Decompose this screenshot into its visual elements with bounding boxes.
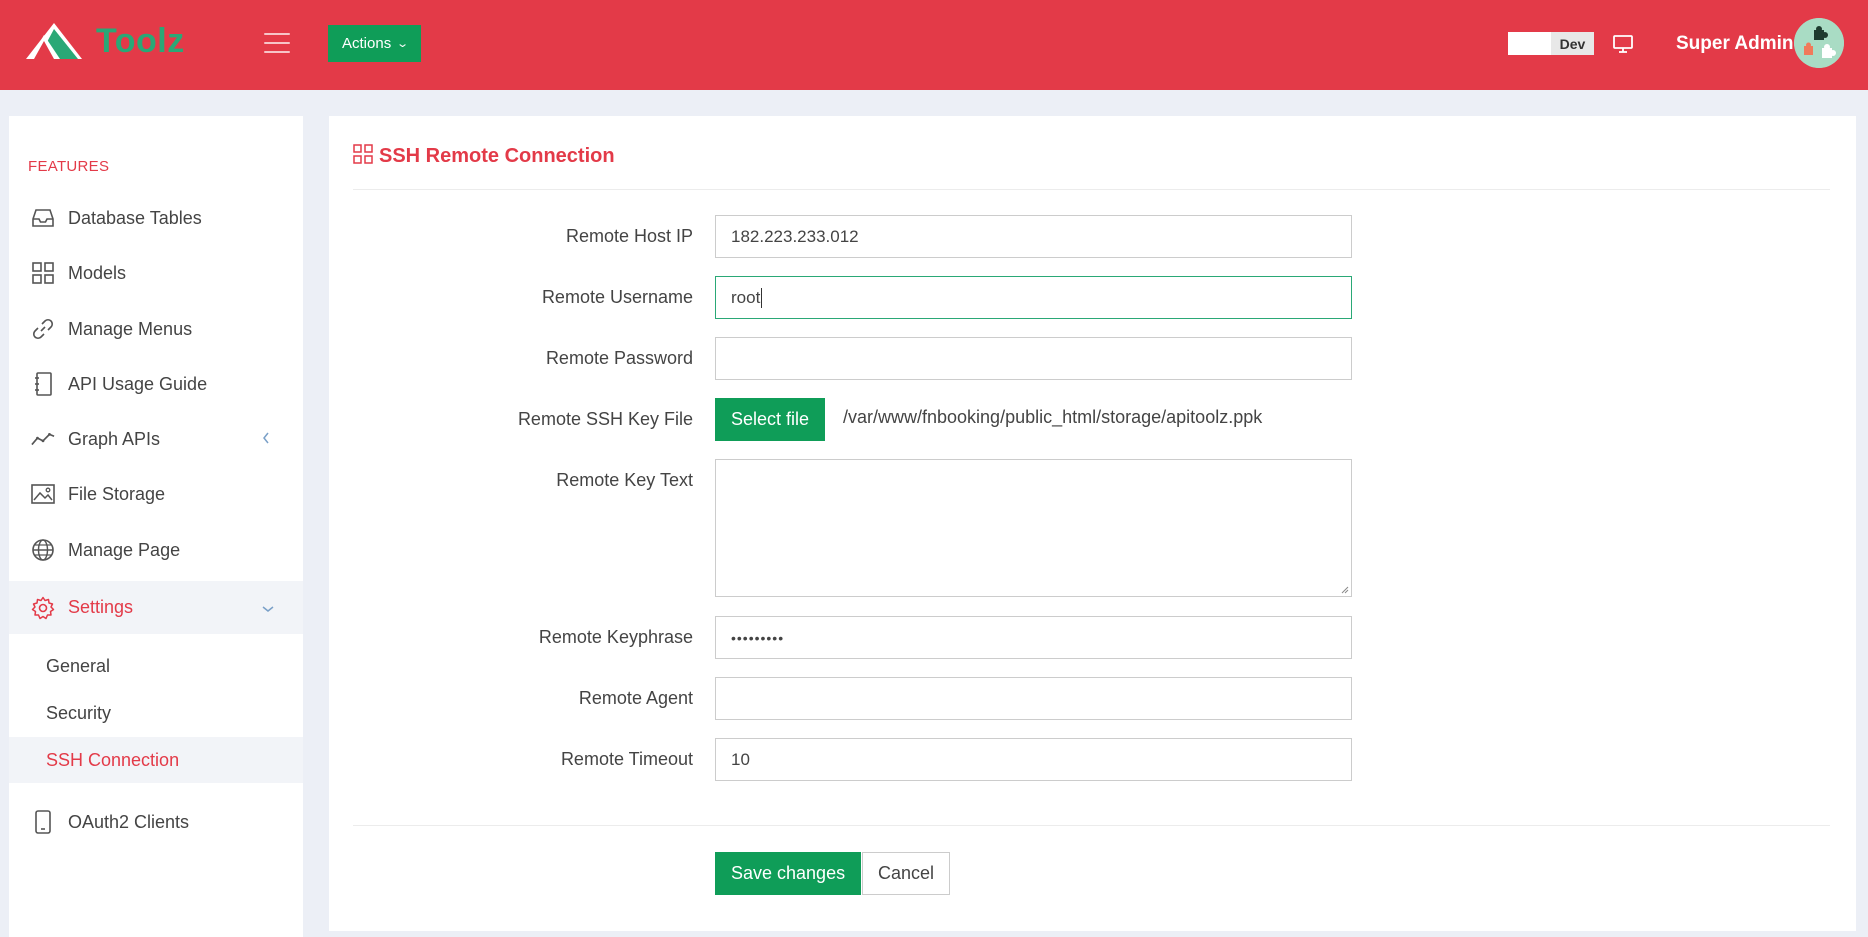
top-navbar: Toolz Actions ⌄ Dev Super Admin xyxy=(0,0,1868,90)
ssh-key-file-path: /var/www/fnbooking/public_html/storage/a… xyxy=(843,407,1263,427)
save-button[interactable]: Save changes xyxy=(715,852,862,895)
text-cursor xyxy=(761,287,763,308)
globe-icon xyxy=(31,538,55,562)
username-value: root xyxy=(731,287,761,307)
sidebar-item-label: OAuth2 Clients xyxy=(68,811,190,832)
user-name[interactable]: Super Admin xyxy=(1676,33,1794,55)
keyphrase-input[interactable]: ••••••••• xyxy=(715,616,1352,659)
environment-toggle-knob xyxy=(1508,32,1551,55)
sidebar-item-label: Manage Menus xyxy=(68,318,193,339)
sidebar-item-file-storage[interactable]: File Storage xyxy=(9,470,303,518)
username-input[interactable]: root xyxy=(715,276,1352,319)
title-divider xyxy=(353,189,1830,190)
password-label: Remote Password xyxy=(545,348,693,368)
ssh-key-file-label: Remote SSH Key File xyxy=(517,409,693,429)
sidebar-subitem-label: General xyxy=(46,655,111,676)
keyphrase-label: Remote Keyphrase xyxy=(538,627,693,647)
ssh-settings-card: SSH Remote Connection Remote Host IP 182… xyxy=(329,116,1856,931)
actions-dropdown-button[interactable]: Actions ⌄ xyxy=(328,25,422,62)
chevron-left-icon xyxy=(262,431,270,447)
environment-toggle[interactable]: Dev xyxy=(1508,32,1594,55)
sidebar-item-label: Manage Page xyxy=(68,539,181,560)
cancel-button[interactable]: Cancel xyxy=(862,852,951,895)
keyphrase-masked-value: ••••••••• xyxy=(731,629,785,646)
sidebar-item-manage-page[interactable]: Manage Page xyxy=(9,526,303,574)
logo-mountain-icon xyxy=(26,23,82,59)
app-name: Toolz xyxy=(96,22,185,60)
grid-icon xyxy=(31,261,55,285)
image-icon xyxy=(31,482,55,506)
trend-icon xyxy=(31,427,55,451)
app-logo[interactable]: Toolz xyxy=(24,20,184,62)
sidebar-item-oauth2-clients[interactable]: OAuth2 Clients xyxy=(9,798,303,846)
sidebar-subitem-general[interactable]: General xyxy=(9,643,303,689)
key-text-textarea[interactable] xyxy=(715,459,1352,597)
page-title: SSH Remote Connection xyxy=(353,144,615,169)
key-text-label: Remote Key Text xyxy=(556,470,693,490)
select-file-button[interactable]: Select file xyxy=(715,398,825,441)
sidebar-subitem-security[interactable]: Security xyxy=(9,690,303,736)
sidebar-item-manage-menus[interactable]: Manage Menus xyxy=(9,305,303,353)
inbox-icon xyxy=(31,206,55,230)
sidebar-subitem-label: Security xyxy=(46,702,112,723)
sidebar-item-api-usage-guide[interactable]: API Usage Guide xyxy=(9,360,303,408)
tablet-icon xyxy=(31,810,55,834)
host-ip-input[interactable]: 182.223.233.012 xyxy=(715,215,1352,258)
password-input[interactable] xyxy=(715,337,1352,380)
timeout-input[interactable]: 10 xyxy=(715,738,1352,781)
notebook-icon xyxy=(31,372,55,396)
avatar[interactable] xyxy=(1794,18,1844,68)
page-title-text: SSH Remote Connection xyxy=(379,145,615,167)
sidebar-item-label: Settings xyxy=(68,597,134,617)
agent-label: Remote Agent xyxy=(578,688,693,708)
sidebar-item-database-tables[interactable]: Database Tables xyxy=(9,194,303,242)
link-icon xyxy=(31,317,55,341)
sidebar-item-settings[interactable]: Settings xyxy=(9,581,303,634)
timeout-label: Remote Timeout xyxy=(560,749,693,769)
menu-toggle-icon[interactable] xyxy=(264,33,290,53)
sidebar-subitem-label: SSH Connection xyxy=(46,749,180,770)
sidebar: FEATURES Database Tables Models Manage M… xyxy=(9,116,303,937)
grid-icon xyxy=(353,144,373,169)
username-label: Remote Username xyxy=(541,287,693,307)
environment-label: Dev xyxy=(1551,32,1594,55)
sidebar-item-label: Graph APIs xyxy=(68,428,161,449)
gear-icon xyxy=(31,596,55,620)
sidebar-item-models[interactable]: Models xyxy=(9,249,303,297)
chevron-down-icon xyxy=(262,600,274,616)
host-ip-label: Remote Host IP xyxy=(565,226,693,246)
sidebar-item-graph-apis[interactable]: Graph APIs xyxy=(9,415,303,463)
agent-input[interactable] xyxy=(715,677,1352,720)
sidebar-item-label: File Storage xyxy=(68,483,166,504)
sidebar-subitem-ssh-connection[interactable]: SSH Connection xyxy=(9,737,303,783)
monitor-icon[interactable] xyxy=(1612,34,1634,54)
form-footer-divider xyxy=(353,825,1830,826)
actions-label: Actions xyxy=(342,35,392,52)
chevron-down-icon: ⌄ xyxy=(396,38,410,50)
sidebar-item-label: API Usage Guide xyxy=(68,373,208,394)
sidebar-section-label: FEATURES xyxy=(28,158,110,175)
sidebar-item-label: Models xyxy=(68,262,127,283)
resize-grip-icon[interactable] xyxy=(1341,586,1349,594)
sidebar-item-label: Database Tables xyxy=(68,207,202,228)
